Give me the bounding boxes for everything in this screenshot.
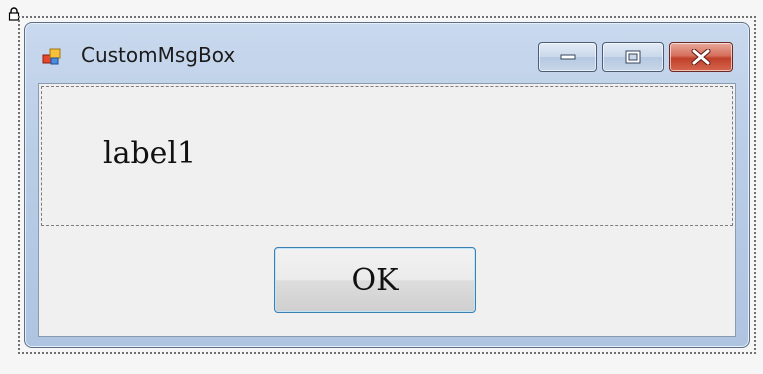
close-icon (691, 49, 711, 65)
minimize-button[interactable] (538, 42, 597, 72)
message-label: label1 (103, 136, 197, 171)
window-title: CustomMsgBox (81, 43, 236, 67)
title-bar[interactable]: CustomMsgBox (25, 23, 749, 81)
maximize-icon (625, 50, 641, 64)
designer-surface: CustomMsgBox label1 OK (0, 0, 763, 374)
ok-button[interactable]: OK (274, 247, 476, 313)
message-panel[interactable]: label1 (41, 86, 733, 226)
maximize-button[interactable] (602, 42, 664, 72)
close-button[interactable] (669, 42, 733, 72)
client-area: label1 OK (38, 83, 736, 337)
custom-msgbox-window[interactable]: CustomMsgBox label1 OK (24, 22, 750, 348)
app-window-icon (42, 47, 62, 67)
minimize-icon (560, 54, 575, 60)
